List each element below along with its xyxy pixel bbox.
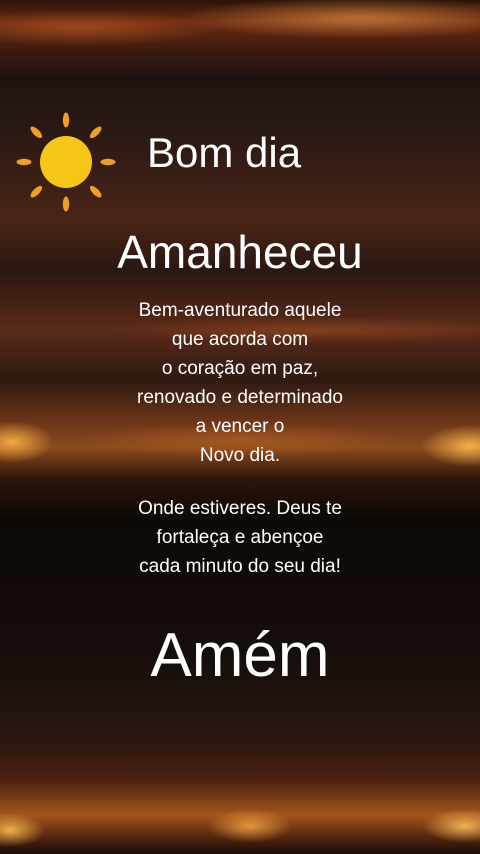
message-line: a vencer o (195, 416, 285, 437)
sun-ray (30, 185, 43, 198)
sun-ray (100, 158, 116, 166)
sunset-streak-bottom (0, 790, 480, 854)
message-line: Bem-aventurado aquele (138, 300, 342, 321)
message-line: que acorda com (171, 329, 309, 350)
sun-ray (89, 126, 102, 139)
closing-word: Amém (150, 621, 330, 690)
sun-ray (89, 185, 102, 198)
sun-ray (30, 126, 43, 139)
blessing-message: Bem-aventurado aquele que acorda com o c… (0, 296, 480, 581)
headline: Amanheceu (117, 226, 363, 278)
sun-ray (16, 158, 32, 166)
message-line: Onde estiveres. Deus te (138, 498, 342, 519)
sunset-streak-top (0, 0, 480, 60)
sun-ray (62, 112, 70, 128)
message-line: renovado e determinado (137, 387, 343, 408)
sun-ray (62, 196, 70, 212)
message-line: Novo dia. (199, 445, 281, 466)
greeting-title: Bom dia (147, 129, 302, 176)
message-line: o coração em paz, (161, 358, 319, 379)
sun-icon (16, 112, 116, 212)
message-line: cada minuto do seu dia! (139, 556, 341, 577)
greeting-card: Bom dia Amanheceu Bem-aventurado aquele … (0, 0, 480, 854)
message-line: fortaleça e abençoe (156, 527, 324, 548)
